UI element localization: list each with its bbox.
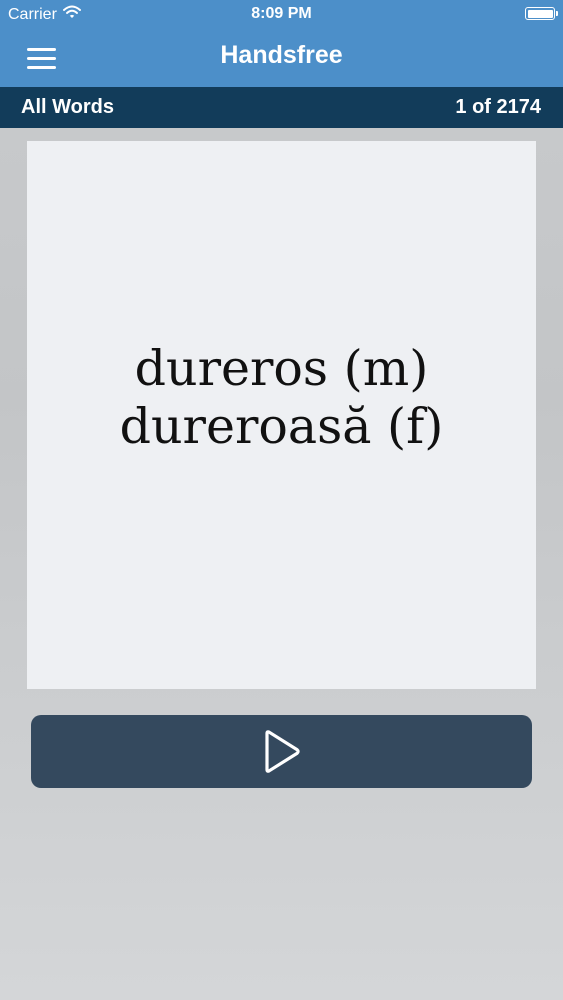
status-bar: Carrier 8:09 PM [0,0,563,30]
word-counter: 1 of 2174 [455,96,541,118]
flashcard-line-feminine: dureroasă (f) [119,398,444,455]
status-time: 8:09 PM [251,5,312,22]
flashcard-text: dureros (m) dureroasă (f) [120,340,444,456]
app-header: Carrier 8:09 PM Handsfree [0,0,563,87]
play-button[interactable] [31,715,532,788]
menu-button[interactable] [26,46,58,72]
nav-bar: Handsfree [0,30,563,87]
hamburger-menu-icon [27,48,56,69]
list-subheader: All Words 1 of 2174 [0,87,563,128]
play-icon [264,729,300,773]
flashcard-line-masculine: dureros (m) [134,340,429,397]
list-name[interactable]: All Words [21,96,114,119]
flashcard[interactable]: dureros (m) dureroasă (f) [27,141,536,689]
battery-icon [525,7,558,20]
page-title: Handsfree [220,41,343,69]
